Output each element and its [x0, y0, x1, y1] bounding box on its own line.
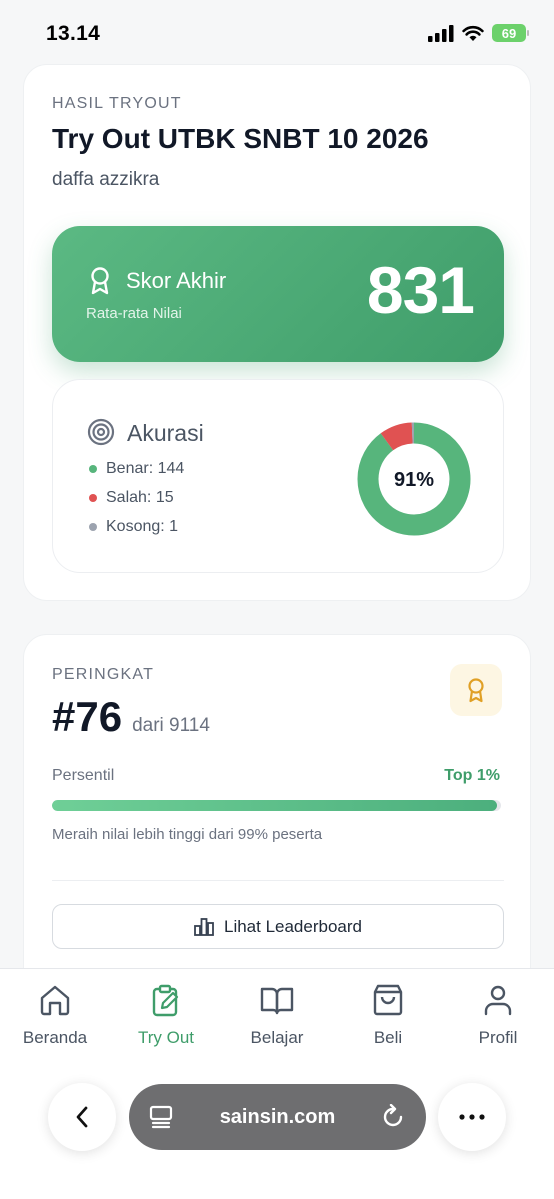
wifi-icon	[462, 25, 484, 41]
book-icon	[260, 987, 294, 1015]
reload-icon	[383, 1104, 403, 1127]
legend-wrong: Salah: 15	[89, 489, 174, 507]
correct-dot	[89, 465, 97, 473]
clipboard-edit-icon	[152, 984, 179, 1017]
leaderboard-button-label: Lihat Leaderboard	[223, 916, 362, 936]
rank-overline: PERINGKAT	[52, 666, 155, 683]
rank-row: #76 dari 9114	[52, 693, 210, 741]
percentile-progress-fill	[52, 800, 497, 811]
tab-label-belajar: Belajar	[250, 1028, 304, 1047]
signal-icon	[428, 24, 454, 42]
accuracy-percent: 91%	[394, 469, 434, 491]
tab-belajar[interactable]: Belajar	[222, 983, 332, 1048]
tab-label-profil: Profil	[478, 1028, 518, 1047]
battery-indicator: 69	[492, 24, 529, 42]
status-bar: 13.14 69	[0, 0, 554, 64]
tabs-icon	[149, 1105, 173, 1129]
tab-label-beranda: Beranda	[22, 1028, 88, 1047]
score-value: 831	[366, 253, 475, 327]
award-icon	[91, 267, 109, 295]
url-text: sainsin.com	[219, 1105, 336, 1128]
tab-beli[interactable]: Beli	[333, 983, 443, 1048]
bar-chart-icon	[194, 917, 214, 936]
tab-profil[interactable]: Profil	[443, 983, 553, 1048]
tab-beranda[interactable]: Beranda	[0, 983, 110, 1048]
percentile-label: Persentil	[52, 767, 115, 784]
final-score-panel: Skor Akhir Rata-rata Nilai 831	[52, 226, 504, 362]
result-card: HASIL TRYOUT Try Out UTBK SNBT 10 2026 d…	[23, 64, 531, 601]
user-icon	[484, 985, 512, 1016]
more-horizontal-icon	[459, 1114, 485, 1120]
result-overline: HASIL TRYOUT	[52, 95, 182, 112]
battery-level: 69	[501, 25, 517, 41]
student-name: daffa azzikra	[52, 169, 160, 190]
chevron-left-icon	[76, 1106, 88, 1128]
status-icons: 69	[428, 24, 529, 42]
rank-total: dari 9114	[132, 715, 210, 736]
correct-count: Benar: 144	[106, 460, 185, 477]
browser-more-button[interactable]	[438, 1083, 506, 1151]
medal-icon	[468, 678, 484, 703]
tab-tryout[interactable]: Try Out	[111, 983, 221, 1048]
target-icon	[87, 418, 115, 446]
empty-count: Kosong: 1	[106, 518, 179, 535]
legend-empty: Kosong: 1	[89, 518, 178, 536]
score-label: Skor Akhir	[126, 268, 227, 293]
status-time: 13.14	[46, 22, 101, 45]
top-percent: Top 1%	[444, 767, 500, 784]
accuracy-panel: Akurasi Benar: 144 Salah: 15 Kosong: 1 9…	[52, 379, 504, 573]
divider	[52, 880, 504, 881]
accuracy-title: Akurasi	[127, 420, 204, 446]
percentile-progress-bar	[52, 800, 501, 811]
empty-dot	[89, 523, 97, 531]
rank-card: PERINGKAT #76 dari 9114 Persentil Top 1%…	[23, 634, 531, 1014]
wrong-dot	[89, 494, 97, 502]
leaderboard-button[interactable]: Lihat Leaderboard	[52, 904, 504, 949]
address-bar[interactable]: sainsin.com	[129, 1084, 426, 1150]
rank-value: #76	[52, 693, 123, 740]
tab-label-beli: Beli	[373, 1028, 403, 1047]
donut-segment-1	[380, 422, 414, 451]
tryout-title: Try Out UTBK SNBT 10 2026	[52, 123, 429, 154]
rank-badge	[450, 664, 502, 716]
accuracy-donut-chart: 91%	[357, 422, 471, 536]
percentile-note: Meraih nilai lebih tinggi dari 99% peser…	[52, 826, 323, 843]
tab-label-tryout: Try Out	[137, 1028, 195, 1047]
wrong-count: Salah: 15	[106, 489, 174, 506]
bottom-tab-bar: Beranda Try Out Belajar Beli Profil sain…	[0, 968, 554, 1199]
shopping-bag-icon	[373, 984, 403, 1016]
score-sublabel: Rata-rata Nilai	[86, 305, 182, 322]
legend-correct: Benar: 144	[89, 460, 184, 478]
browser-back-button[interactable]	[48, 1083, 116, 1151]
home-icon	[40, 985, 70, 1016]
